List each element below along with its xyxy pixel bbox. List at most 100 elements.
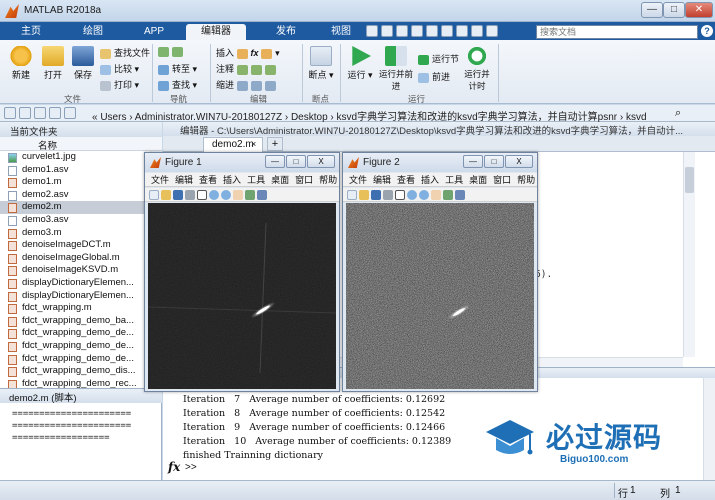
save-figure-icon[interactable] bbox=[173, 190, 183, 200]
tab-publish[interactable]: 发布 bbox=[258, 24, 314, 40]
file-list-item[interactable]: demo1.m bbox=[0, 176, 150, 189]
undo-icon[interactable] bbox=[426, 25, 438, 37]
figure-title-bar[interactable]: Figure 1 — □ X bbox=[145, 153, 339, 172]
forward-icon[interactable] bbox=[19, 107, 31, 119]
file-list-item[interactable]: denoiseImageKSVD.m bbox=[0, 264, 150, 277]
menu-file[interactable]: 文件 bbox=[349, 173, 367, 186]
scroll-thumb[interactable] bbox=[685, 167, 694, 193]
dropdown-icon[interactable] bbox=[486, 25, 498, 37]
menu-tools[interactable]: 工具 bbox=[247, 173, 265, 186]
figure-minimize-button[interactable]: — bbox=[265, 155, 285, 168]
redo-icon[interactable] bbox=[441, 25, 453, 37]
back-icon[interactable] bbox=[4, 107, 16, 119]
menu-help[interactable]: 帮助 bbox=[517, 173, 535, 186]
figure-title-bar[interactable]: Figure 2 — □ X bbox=[343, 153, 537, 172]
file-list-item[interactable]: demo3.asv bbox=[0, 214, 150, 227]
tab-plots[interactable]: 绘图 bbox=[68, 24, 118, 40]
search-input[interactable]: 搜索文档 bbox=[536, 25, 698, 39]
run-advance-button[interactable]: 运行并前进 bbox=[378, 46, 414, 92]
file-list-item[interactable]: displayDictionaryElemen... bbox=[0, 290, 150, 303]
menu-view[interactable]: 查看 bbox=[397, 173, 415, 186]
open-file-icon[interactable] bbox=[161, 190, 171, 200]
print-figure-icon[interactable] bbox=[383, 190, 393, 200]
compare-button[interactable]: 比较 ▾ bbox=[100, 62, 139, 75]
search-folder-icon[interactable]: ⌕ bbox=[675, 107, 681, 120]
menu-tools[interactable]: 工具 bbox=[445, 173, 463, 186]
advance-button[interactable]: 前进 bbox=[418, 70, 450, 83]
figure-minimize-button[interactable]: — bbox=[463, 155, 483, 168]
cut-icon[interactable] bbox=[381, 25, 393, 37]
name-column-header[interactable]: 名称 bbox=[0, 137, 162, 152]
figure-2-image[interactable] bbox=[346, 203, 534, 389]
tab-view[interactable]: 视图 bbox=[322, 24, 360, 40]
menu-view[interactable]: 查看 bbox=[199, 173, 217, 186]
print-figure-icon[interactable] bbox=[185, 190, 195, 200]
menu-window[interactable]: 窗口 bbox=[493, 173, 511, 186]
zoom-out-icon[interactable] bbox=[221, 190, 231, 200]
current-path[interactable]: « Users › Administrator.WIN7U-20180127Z … bbox=[92, 108, 647, 123]
switch-windows-icon[interactable] bbox=[456, 25, 468, 37]
run-button[interactable]: 运行 ▾ bbox=[346, 46, 374, 81]
back-forward-buttons[interactable] bbox=[158, 46, 186, 57]
file-list-item[interactable]: fdct_wrapping_demo_de... bbox=[0, 340, 150, 353]
comment-button[interactable]: 注释 bbox=[216, 62, 279, 75]
file-list-item[interactable]: demo2.asv bbox=[0, 189, 150, 202]
expand-icon[interactable] bbox=[64, 107, 76, 119]
rotate-icon[interactable] bbox=[443, 190, 453, 200]
tab-close-icon[interactable]: × bbox=[251, 139, 256, 149]
up-folder-icon[interactable] bbox=[34, 107, 46, 119]
minimize-button[interactable]: — bbox=[641, 2, 663, 18]
new-button[interactable]: 新建 bbox=[8, 46, 34, 81]
command-scrollbar[interactable] bbox=[703, 378, 715, 481]
file-list-item[interactable]: denoiseImageDCT.m bbox=[0, 239, 150, 252]
maximize-button[interactable]: □ bbox=[663, 2, 685, 18]
figure-close-button[interactable]: X bbox=[505, 155, 533, 168]
goto-button[interactable]: 转至 ▾ bbox=[158, 62, 197, 75]
menu-edit[interactable]: 编辑 bbox=[373, 173, 391, 186]
breakpoints-button[interactable]: 断点 ▾ bbox=[308, 46, 334, 81]
menu-edit[interactable]: 编辑 bbox=[175, 173, 193, 186]
figure-1-window[interactable]: Figure 1 — □ X 文件 编辑 查看 插入 工具 桌面 窗口 帮助 bbox=[144, 152, 340, 392]
copy-icon[interactable] bbox=[396, 25, 408, 37]
zoom-out-icon[interactable] bbox=[419, 190, 429, 200]
editor-vertical-scrollbar[interactable] bbox=[683, 152, 695, 357]
save-icon[interactable] bbox=[366, 25, 378, 37]
file-list-item[interactable]: denoiseImageGlobal.m bbox=[0, 252, 150, 265]
tab-home[interactable]: 主页 bbox=[10, 24, 52, 40]
file-list-item[interactable]: fdct_wrapping.m bbox=[0, 302, 150, 315]
run-and-time-button[interactable]: 运行并计时 bbox=[462, 46, 492, 92]
file-list-item[interactable]: fdct_wrapping_demo_de... bbox=[0, 327, 150, 340]
file-list-item[interactable]: fdct_wrapping_demo_de... bbox=[0, 353, 150, 366]
tab-apps[interactable]: APP bbox=[130, 24, 178, 40]
run-section-button[interactable]: 运行节 bbox=[418, 52, 459, 65]
data-cursor-icon[interactable] bbox=[455, 190, 465, 200]
file-list-item[interactable]: demo1.asv bbox=[0, 164, 150, 177]
menu-desktop[interactable]: 桌面 bbox=[271, 173, 289, 186]
help-icon[interactable]: ? bbox=[701, 25, 713, 37]
zoom-in-icon[interactable] bbox=[209, 190, 219, 200]
figure-maximize-button[interactable]: □ bbox=[484, 155, 504, 168]
file-list-item[interactable]: curvelet1.jpg bbox=[0, 151, 150, 164]
figure-2-window[interactable]: Figure 2 — □ X 文件 编辑 查看 插入 工具 桌面 窗口 帮助 bbox=[342, 152, 538, 392]
pointer-icon[interactable] bbox=[197, 190, 207, 200]
file-list-item[interactable]: demo2.m bbox=[0, 201, 150, 214]
pointer-icon[interactable] bbox=[395, 190, 405, 200]
indent-button[interactable]: 缩进 bbox=[216, 78, 279, 91]
menu-help[interactable]: 帮助 bbox=[319, 173, 337, 186]
file-list-item[interactable]: fdct_wrapping_demo_ba... bbox=[0, 315, 150, 328]
pan-hand-icon[interactable] bbox=[233, 190, 243, 200]
tab-editor[interactable]: 编辑器 bbox=[186, 24, 246, 40]
file-list-item[interactable]: fdct_wrapping_demo_dis... bbox=[0, 365, 150, 378]
paste-icon[interactable] bbox=[411, 25, 423, 37]
new-figure-icon[interactable] bbox=[149, 190, 159, 200]
function-browser-icon[interactable]: fx bbox=[168, 460, 180, 474]
menu-insert[interactable]: 插入 bbox=[223, 173, 241, 186]
insert-button[interactable]: 插入 fx ▾ bbox=[216, 46, 280, 59]
menu-window[interactable]: 窗口 bbox=[295, 173, 313, 186]
open-button[interactable]: 打开 bbox=[40, 46, 66, 81]
help-small-icon[interactable] bbox=[471, 25, 483, 37]
find-files-button[interactable]: 查找文件 bbox=[100, 46, 150, 59]
figure-maximize-button[interactable]: □ bbox=[286, 155, 306, 168]
browse-folder-icon[interactable] bbox=[49, 107, 61, 119]
menu-insert[interactable]: 插入 bbox=[421, 173, 439, 186]
